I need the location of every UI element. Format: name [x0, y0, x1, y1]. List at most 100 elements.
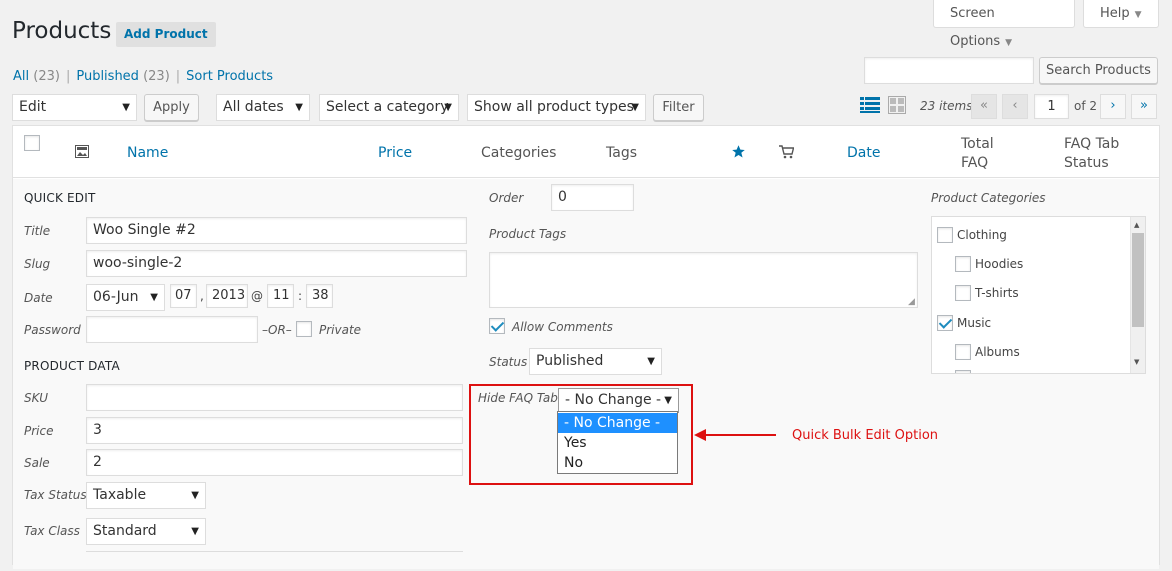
- column-faq-status-line2: Status: [1064, 155, 1109, 171]
- category-checkbox-hoodies[interactable]: [955, 256, 971, 272]
- day-input[interactable]: 07: [170, 284, 197, 308]
- scrollbar-thumb[interactable]: [1132, 233, 1144, 327]
- product-data-heading: PRODUCT DATA: [24, 359, 120, 373]
- dropdown-arrow-icon: ▼: [150, 292, 158, 303]
- tax-status-select[interactable]: Taxable ▼: [86, 482, 206, 509]
- category-checkbox-partial[interactable]: [955, 370, 971, 373]
- private-label: Private: [319, 323, 362, 337]
- quick-edit-panel: QUICK EDIT Title Woo Single #2 Slug woo-…: [13, 179, 1159, 569]
- sku-input[interactable]: [86, 384, 463, 411]
- hide-faq-option-no[interactable]: No: [558, 453, 677, 473]
- search-products-button[interactable]: Search Products: [1039, 57, 1158, 84]
- category-label-music: Music: [957, 316, 992, 330]
- add-product-button[interactable]: Add Product: [116, 22, 216, 47]
- month-select[interactable]: 06-Jun ▼: [86, 284, 165, 311]
- prev-page-button[interactable]: ‹: [1002, 94, 1028, 119]
- sku-label: SKU: [24, 391, 49, 405]
- next-field-edge: [86, 551, 463, 571]
- column-total-faq-line2: FAQ: [961, 155, 989, 171]
- first-page-button[interactable]: «: [971, 94, 997, 119]
- slug-input[interactable]: woo-single-2: [86, 250, 467, 277]
- price-input[interactable]: 3: [86, 417, 463, 444]
- order-input[interactable]: 0: [551, 184, 634, 211]
- price-label: Price: [24, 424, 54, 438]
- categories-scrollbar[interactable]: ▲ ▼: [1130, 217, 1145, 373]
- category-label-hoodies: Hoodies: [975, 257, 1024, 271]
- category-checkbox-music[interactable]: [937, 315, 953, 331]
- dropdown-arrow-icon: ▼: [122, 102, 130, 113]
- view-all-link[interactable]: All (23): [13, 69, 60, 84]
- select-all-checkbox[interactable]: [24, 135, 40, 151]
- status-label: Status: [489, 355, 528, 369]
- help-button[interactable]: Help ▼: [1083, 0, 1159, 28]
- filter-button[interactable]: Filter: [653, 94, 704, 121]
- bulk-action-select[interactable]: Edit ▼: [12, 94, 137, 121]
- page-title: Products: [12, 18, 112, 44]
- product-categories-label: Product Categories: [931, 191, 1046, 205]
- category-label-clothing: Clothing: [957, 228, 1007, 242]
- dropdown-arrow-icon: ▼: [444, 102, 452, 113]
- column-price[interactable]: Price: [378, 145, 412, 161]
- column-total-faq-line1: Total: [961, 136, 994, 152]
- dropdown-arrow-icon: ▼: [631, 102, 639, 113]
- category-checkbox-albums[interactable]: [955, 344, 971, 360]
- dropdown-arrow-icon: ▼: [191, 526, 199, 537]
- excerpt-view-icon[interactable]: [888, 96, 906, 114]
- status-select[interactable]: Published ▼: [529, 348, 662, 375]
- view-filters: All (23) | Published (23) | Sort Products: [13, 69, 274, 84]
- category-checkbox-tshirts[interactable]: [955, 285, 971, 301]
- annotation-label: Quick Bulk Edit Option: [792, 428, 939, 443]
- tax-status-label: Tax Status: [24, 488, 87, 502]
- scroll-up-arrow-icon[interactable]: ▲: [1134, 221, 1139, 229]
- featured-star-icon[interactable]: [731, 144, 746, 163]
- apply-button[interactable]: Apply: [144, 94, 199, 121]
- category-select[interactable]: Select a category ▼: [319, 94, 459, 121]
- category-label-albums: Albums: [975, 345, 1020, 359]
- search-input[interactable]: [864, 57, 1034, 84]
- hour-input[interactable]: 11: [267, 284, 294, 308]
- minute-input[interactable]: 38: [306, 284, 333, 308]
- password-input[interactable]: [86, 316, 258, 343]
- private-checkbox[interactable]: [296, 321, 312, 337]
- product-type-value: Show all product types: [474, 99, 634, 115]
- product-tags-label: Product Tags: [489, 227, 567, 241]
- title-input[interactable]: Woo Single #2: [86, 217, 467, 244]
- column-faq-status-line1: FAQ Tab: [1064, 136, 1120, 152]
- product-tags-textarea[interactable]: [489, 252, 918, 308]
- product-type-select[interactable]: Show all product types ▼: [467, 94, 646, 121]
- current-page-input[interactable]: 1: [1034, 94, 1069, 119]
- hide-faq-option-yes[interactable]: Yes: [558, 433, 677, 453]
- sale-input[interactable]: 2: [86, 449, 463, 476]
- sort-products-link[interactable]: Sort Products: [186, 69, 273, 84]
- annotation-arrow-icon: [692, 426, 782, 444]
- column-date[interactable]: Date: [847, 145, 880, 161]
- allow-comments-checkbox[interactable]: [489, 318, 505, 334]
- items-count: 23 items: [920, 99, 973, 113]
- year-input[interactable]: 2013: [206, 284, 248, 308]
- tax-class-select[interactable]: Standard ▼: [86, 518, 206, 545]
- order-label: Order: [489, 191, 524, 205]
- view-published-link[interactable]: Published (23): [76, 69, 169, 84]
- category-label-tshirts: T-shirts: [975, 286, 1019, 300]
- screen-options-button[interactable]: Screen Options ▼: [933, 0, 1075, 49]
- screen-options-label: Screen Options: [950, 6, 1001, 49]
- dropdown-arrow-icon: ▼: [647, 356, 655, 367]
- list-view-icon[interactable]: [860, 96, 880, 114]
- last-page-button[interactable]: »: [1131, 94, 1157, 119]
- dates-select[interactable]: All dates ▼: [216, 94, 310, 121]
- or-text: –OR–: [262, 323, 292, 337]
- scroll-down-arrow-icon[interactable]: ▼: [1134, 358, 1139, 366]
- categories-checklist[interactable]: Clothing Hoodies T-shirts Music Albums ▲…: [931, 216, 1146, 374]
- date-label: Date: [24, 291, 53, 305]
- resize-handle-icon[interactable]: ◢: [908, 297, 915, 307]
- next-page-button[interactable]: ›: [1100, 94, 1126, 119]
- slug-label: Slug: [24, 257, 51, 271]
- hide-faq-option-no-change[interactable]: - No Change -: [558, 413, 677, 433]
- column-name[interactable]: Name: [127, 145, 168, 161]
- category-checkbox-clothing[interactable]: [937, 227, 953, 243]
- allow-comments-label: Allow Comments: [512, 320, 613, 334]
- hide-faq-dropdown-list[interactable]: - No Change - Yes No: [557, 411, 678, 474]
- column-faq-tab-status: FAQ Tab Status: [1064, 135, 1119, 173]
- status-value: Published: [536, 353, 604, 369]
- total-pages: of 2: [1074, 99, 1098, 113]
